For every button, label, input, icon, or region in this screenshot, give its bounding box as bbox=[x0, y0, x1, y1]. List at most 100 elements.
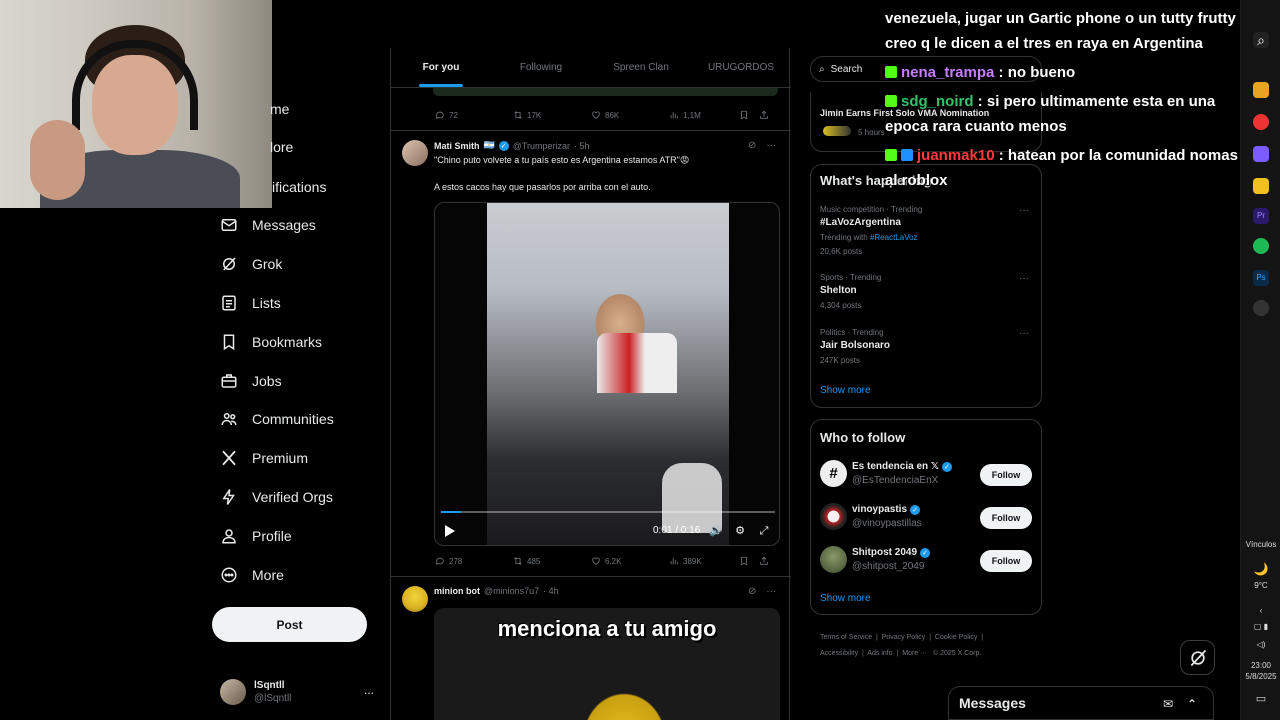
clock-date[interactable]: 5/8/2025 bbox=[1241, 672, 1280, 682]
tab-spreen-clan[interactable]: Spreen Clan bbox=[591, 48, 691, 87]
nav-verified-orgs[interactable]: Verified Orgs bbox=[220, 482, 333, 512]
post-button[interactable]: Post bbox=[212, 607, 367, 642]
compose-message-icon[interactable]: ✉ bbox=[1163, 697, 1173, 711]
tab-urugordos[interactable]: URUGORDOS bbox=[691, 48, 791, 87]
grok-icon[interactable]: ⊘ bbox=[748, 586, 756, 597]
show-more-follow-link[interactable]: Show more bbox=[820, 593, 871, 604]
more-icon[interactable]: ··· bbox=[1019, 205, 1029, 216]
volume-icon[interactable]: ◁) bbox=[1241, 640, 1280, 650]
reply-action[interactable]: 278 bbox=[435, 556, 513, 566]
avatar[interactable] bbox=[402, 586, 428, 612]
share-action[interactable] bbox=[759, 556, 771, 566]
nav-lists[interactable]: Lists bbox=[220, 288, 281, 318]
premiere-icon[interactable]: Pr bbox=[1253, 208, 1269, 224]
app-icon[interactable] bbox=[1253, 82, 1269, 98]
views-action[interactable]: 389K bbox=[669, 556, 739, 566]
clock-time[interactable]: 23:00 bbox=[1241, 661, 1280, 671]
repost-action[interactable]: 17K bbox=[513, 110, 591, 120]
trend-extra-link[interactable]: #ReactLaVoz bbox=[870, 233, 918, 242]
account-switcher[interactable]: lSqntll @lSqntll ... bbox=[220, 675, 380, 709]
bar-chart-icon bbox=[670, 112, 678, 119]
footer-privacy[interactable]: Privacy Policy bbox=[882, 634, 926, 641]
like-action[interactable]: 6,2K bbox=[591, 556, 669, 566]
author-name[interactable]: Mati Smith bbox=[434, 141, 480, 151]
fullscreen-icon[interactable]: ⤢ bbox=[757, 524, 771, 538]
nav-messages[interactable]: Messages bbox=[220, 210, 316, 240]
bookmark-action[interactable] bbox=[739, 110, 759, 120]
obs-icon[interactable] bbox=[1253, 300, 1269, 316]
more-icon[interactable]: ··· bbox=[1019, 328, 1029, 339]
messages-drawer[interactable]: Messages ✉ ⌃ bbox=[948, 686, 1214, 720]
suggestion-name-text: Es tendencia en 𝕏 bbox=[852, 461, 939, 472]
nav-notifications[interactable]: ifications bbox=[272, 172, 326, 202]
follow-button[interactable]: Follow bbox=[980, 464, 1032, 486]
suggestion-name-text: vinoypastis bbox=[852, 504, 908, 515]
nav-jobs[interactable]: Jobs bbox=[220, 366, 282, 396]
like-action[interactable]: 86K bbox=[591, 110, 669, 120]
footer-more[interactable]: More ··· bbox=[902, 650, 927, 657]
nav-more[interactable]: More bbox=[220, 560, 284, 590]
author-handle[interactable]: @Trumperizar bbox=[513, 141, 570, 151]
author-name[interactable]: minion bot bbox=[434, 586, 480, 596]
browser-icon[interactable] bbox=[1253, 114, 1269, 130]
photoshop-icon[interactable]: Ps bbox=[1253, 270, 1269, 286]
show-more-trends-link[interactable]: Show more bbox=[820, 385, 871, 396]
tweet-time[interactable]: · 5h bbox=[574, 141, 590, 151]
tab-following[interactable]: Following bbox=[491, 48, 591, 87]
nav-communities[interactable]: Communities bbox=[220, 404, 334, 434]
moon-icon: 🌙 bbox=[1253, 562, 1269, 576]
notifications-icon[interactable]: ▭ bbox=[1241, 694, 1280, 705]
nav-verified-orgs-label: Verified Orgs bbox=[252, 489, 333, 505]
settings-icon[interactable]: ⚙ bbox=[733, 524, 747, 538]
more-icon[interactable]: ··· bbox=[1019, 273, 1029, 284]
footer-ads-info[interactable]: Ads info bbox=[867, 650, 892, 657]
nav-profile[interactable]: Profile bbox=[220, 521, 292, 551]
follow-suggestion[interactable]: # Es tendencia en 𝕏 ✓ @EsTendenciaEnX Fol… bbox=[820, 460, 1032, 492]
video-player[interactable]: 0:01 / 0:16 🔊 ⚙ ⤢ bbox=[434, 202, 780, 546]
avatar[interactable] bbox=[402, 140, 428, 166]
bookmark-action[interactable] bbox=[739, 556, 759, 566]
search-icon[interactable]: ⌕ bbox=[1253, 32, 1269, 48]
avatar bbox=[820, 503, 847, 530]
nav-premium[interactable]: Premium bbox=[220, 443, 308, 473]
grok-button[interactable] bbox=[1180, 640, 1215, 675]
tab-for-you[interactable]: For you bbox=[391, 48, 491, 87]
follow-button[interactable]: Follow bbox=[980, 550, 1032, 572]
more-icon[interactable]: ··· bbox=[766, 140, 776, 151]
grok-icon[interactable]: ⊘ bbox=[748, 140, 756, 151]
folder-icon[interactable] bbox=[1253, 178, 1269, 194]
chat-username: juanmak10 bbox=[917, 147, 995, 164]
footer-cookie[interactable]: Cookie Policy bbox=[935, 634, 977, 641]
chat-message: juanmak10 : hatean por la comunidad noma… bbox=[885, 143, 1238, 169]
follow-suggestion[interactable]: Shitpost 2049 ✓ @shitpost_2049 Follow bbox=[820, 546, 1032, 578]
account-more-icon[interactable]: ... bbox=[364, 683, 374, 697]
tweet-image[interactable]: menciona a tu amigo bbox=[434, 608, 780, 720]
spotify-icon[interactable] bbox=[1253, 238, 1269, 254]
volume-icon[interactable]: 🔊 bbox=[709, 524, 723, 538]
nav-bookmarks[interactable]: Bookmarks bbox=[220, 327, 322, 357]
repost-action[interactable]: 485 bbox=[513, 556, 591, 566]
author-handle[interactable]: @minions7u7 bbox=[484, 586, 539, 596]
heart-icon bbox=[592, 111, 600, 119]
video-progress-bar[interactable] bbox=[441, 511, 775, 513]
follow-button[interactable]: Follow bbox=[980, 507, 1032, 529]
trend-extra-prefix: Trending with bbox=[820, 233, 870, 242]
follow-suggestion[interactable]: vinoypastis ✓ @vinoypastillas Follow bbox=[820, 503, 1032, 535]
nav-explore[interactable]: lore bbox=[270, 132, 293, 162]
verified-badge-icon: ✓ bbox=[910, 504, 921, 515]
nav-grok[interactable]: Grok bbox=[220, 249, 282, 279]
nav-home[interactable]: me bbox=[270, 94, 289, 124]
chevron-up-icon[interactable]: ⌃ bbox=[1187, 697, 1197, 711]
discord-icon[interactable] bbox=[1253, 146, 1269, 162]
play-icon[interactable] bbox=[445, 525, 455, 537]
footer-accessibility[interactable]: Accessibility bbox=[820, 650, 858, 657]
tweet-time[interactable]: · 4h bbox=[543, 586, 559, 596]
footer-terms[interactable]: Terms of Service bbox=[820, 634, 872, 641]
share-action[interactable] bbox=[759, 110, 771, 120]
system-tray-icons[interactable]: ▢ ▮ bbox=[1241, 622, 1280, 632]
more-icon[interactable]: ··· bbox=[766, 586, 776, 597]
views-action[interactable]: 1,1M bbox=[669, 110, 739, 120]
who-to-follow-title: Who to follow bbox=[820, 430, 906, 445]
chevron-left-icon[interactable]: ‹ bbox=[1241, 606, 1280, 616]
reply-action[interactable]: 72 bbox=[435, 110, 513, 120]
